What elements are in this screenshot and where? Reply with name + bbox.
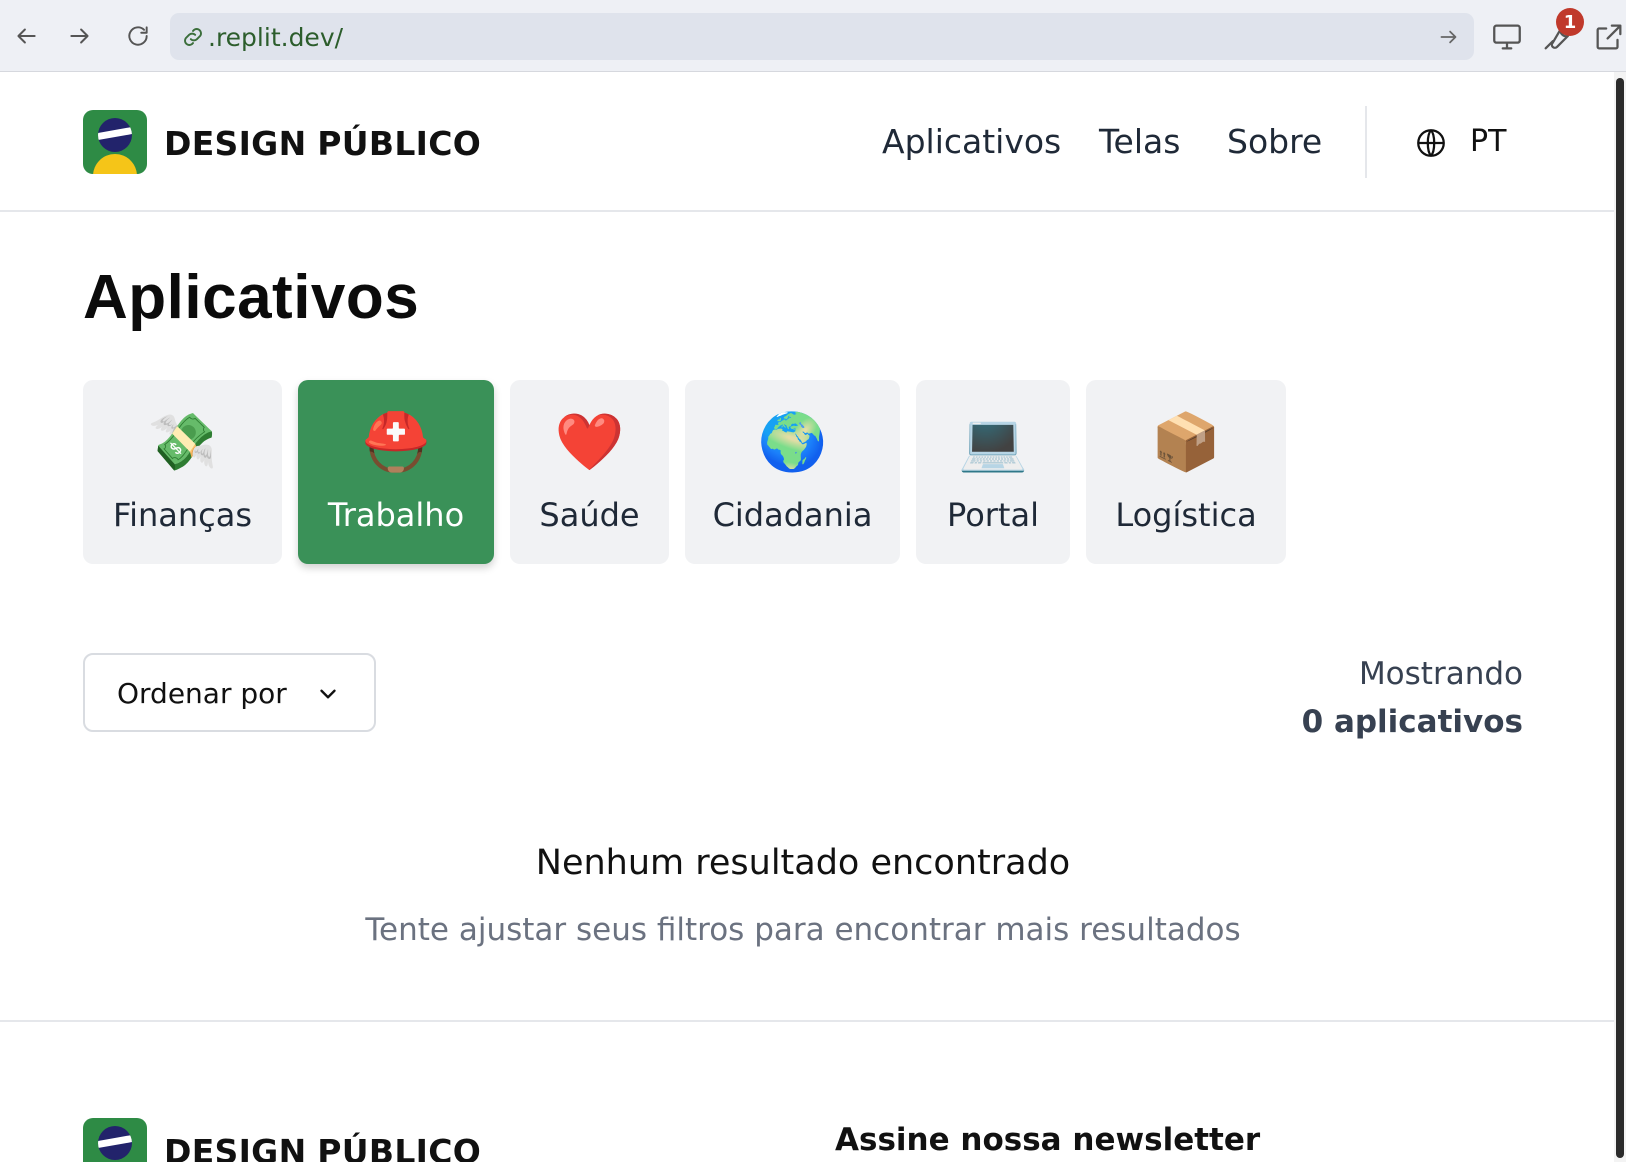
category-label: Logística	[1115, 496, 1257, 534]
category-trabalho[interactable]: ⛑️ Trabalho	[298, 380, 494, 564]
category-label: Saúde	[539, 496, 640, 534]
notification-badge: 1	[1556, 8, 1584, 36]
laptop-icon: 💻	[958, 410, 1028, 473]
page-scrollbar[interactable]	[1614, 72, 1626, 1162]
reload-icon[interactable]	[120, 18, 156, 54]
sort-dropdown-label: Ordenar por	[117, 677, 287, 710]
brand-name[interactable]: DESIGN PÚBLICO	[164, 124, 481, 163]
empty-state-subtitle: Tente ajustar seus filtros para encontra…	[365, 912, 1241, 948]
url-text: .replit.dev/	[208, 23, 344, 52]
money-icon: 💸	[147, 410, 218, 473]
category-label: Cidadania	[712, 496, 873, 534]
monitor-icon[interactable]	[1490, 20, 1524, 54]
external-link-icon[interactable]	[1592, 20, 1626, 54]
brand-name-bold: DESIGN	[164, 124, 307, 163]
go-arrow-icon[interactable]	[1436, 24, 1462, 50]
sort-dropdown[interactable]: Ordenar por	[83, 653, 376, 732]
logo-globe-shape	[98, 1126, 132, 1160]
nav-link-telas[interactable]: Telas	[1099, 122, 1180, 161]
forward-arrow-icon[interactable]	[62, 18, 98, 54]
brand-name-rest: PÚBLICO	[317, 124, 482, 163]
logo-globe-shape	[98, 118, 132, 152]
scrollbar-thumb[interactable]	[1616, 78, 1624, 1158]
category-cidadania[interactable]: 🌍 Cidadania	[685, 380, 900, 564]
category-logistica[interactable]: 📦 Logística	[1086, 380, 1286, 564]
footer-brand-name-rest: PÚBLICO	[317, 1132, 482, 1162]
category-label: Trabalho	[327, 496, 465, 534]
heart-icon: ❤️	[554, 410, 625, 473]
nav-link-sobre[interactable]: Sobre	[1227, 122, 1322, 161]
address-bar[interactable]: .replit.dev/	[170, 13, 1474, 60]
globe-icon[interactable]	[1414, 126, 1448, 160]
earth-globe-icon: 🌍	[757, 410, 828, 473]
package-icon: 📦	[1151, 410, 1221, 473]
back-arrow-icon[interactable]	[8, 18, 44, 54]
site-header: DESIGN PÚBLICO Aplicativos Telas Sobre P…	[0, 72, 1614, 212]
empty-state-title: Nenhum resultado encontrado	[535, 843, 1071, 883]
footer-brand-logo[interactable]	[83, 1118, 147, 1162]
category-label: Finanças	[112, 496, 252, 534]
nav-divider	[1365, 106, 1367, 178]
category-saude[interactable]: ❤️ Saúde	[510, 380, 669, 564]
category-financas[interactable]: 💸 Finanças	[83, 380, 282, 564]
language-selector[interactable]: PT	[1470, 124, 1506, 159]
page-title: Aplicativos	[83, 263, 420, 332]
category-label: Portal	[947, 496, 1039, 534]
chevron-down-icon	[320, 689, 336, 699]
newsletter-title: Assine nossa newsletter	[835, 1122, 1261, 1158]
category-portal[interactable]: 💻 Portal	[916, 380, 1070, 564]
link-icon	[184, 28, 202, 46]
results-count-value: 0 aplicativos	[1301, 704, 1523, 740]
footer-brand-name-bold: DESIGN	[164, 1132, 307, 1162]
helmet-icon: ⛑️	[361, 410, 431, 473]
nav-link-aplicativos[interactable]: Aplicativos	[882, 122, 1061, 161]
logo-sun-shape	[93, 154, 137, 174]
brand-logo[interactable]	[83, 110, 147, 174]
results-count-label: Mostrando	[1358, 656, 1523, 692]
browser-toolbar: .replit.dev/ 1	[0, 0, 1626, 72]
footer-divider	[0, 1020, 1614, 1022]
results-count: Mostrando 0 aplicativos	[1302, 650, 1523, 746]
footer-brand-name[interactable]: DESIGN PÚBLICO	[164, 1132, 481, 1162]
